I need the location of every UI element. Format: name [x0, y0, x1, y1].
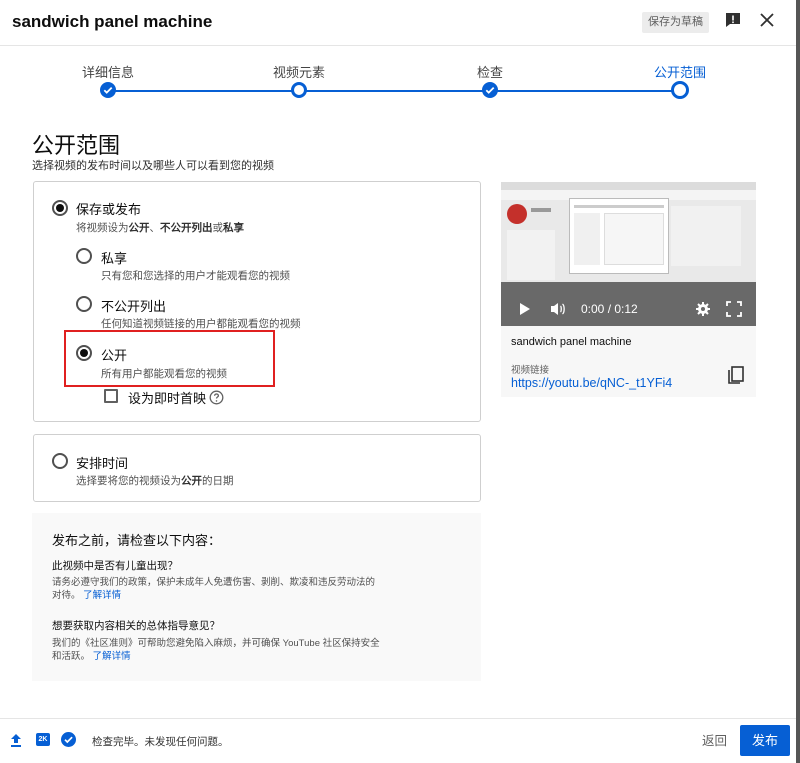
checks-complete-icon[interactable]: [61, 732, 76, 747]
unlisted-desc: 任何知道视频链接的用户都能观看您的视频: [101, 318, 301, 330]
schedule-desc: 选择要将您的视频设为公开的日期: [76, 475, 234, 487]
save-or-publish-desc: 将视频设为公开、不公开列出或私享: [76, 222, 244, 234]
save-or-publish-label[interactable]: 保存或发布: [76, 199, 141, 218]
checklist-text-children: 请务必遵守我们的政策，保护未成年人免遭伤害、剥削、欺凌和违反劳动法的 对待。 了…: [52, 577, 376, 601]
dialog-title: sandwich panel machine: [12, 12, 213, 31]
checklist-question-guidelines: 想要获取内容相关的总体指导意见？: [52, 620, 220, 632]
play-icon[interactable]: [519, 302, 531, 316]
unlisted-label[interactable]: 不公开列出: [101, 296, 166, 315]
step-checks-done-icon[interactable]: [482, 82, 498, 98]
publish-button[interactable]: 发布: [740, 725, 790, 756]
preview-video-title: sandwich panel machine: [511, 336, 632, 348]
learn-more-link-children[interactable]: 了解详情: [83, 590, 121, 601]
save-draft-badge[interactable]: 保存为草稿: [642, 12, 709, 33]
private-desc: 只有您和您选择的用户才能观看您的视频: [101, 270, 290, 282]
checklist-text-guidelines: 我们的《社区准则》可帮助您避免陷入麻烦，并可确保 YouTube 社区保持安全 …: [52, 638, 380, 662]
schedule-radio[interactable]: [52, 453, 68, 469]
premiere-label[interactable]: 设为即时首映: [128, 388, 206, 407]
fullscreen-icon[interactable]: [726, 301, 742, 317]
step-elements-dot[interactable]: [291, 82, 307, 98]
close-icon[interactable]: [758, 11, 776, 29]
stepper-line: [108, 90, 680, 92]
learn-more-link-guidelines[interactable]: 了解详情: [93, 651, 131, 662]
visibility-title: 公开范围: [32, 133, 121, 158]
premiere-checkbox[interactable]: [104, 389, 118, 403]
step-details-label[interactable]: 详细信息: [82, 62, 134, 81]
private-radio[interactable]: [76, 248, 92, 264]
schedule-label[interactable]: 安排时间: [76, 453, 128, 472]
progress-stepper: 详细信息 视频元素 检查 公开范围: [0, 46, 800, 106]
video-time: 0:00 / 0:12: [581, 302, 638, 316]
video-preview-card: 0:00 / 0:12 sandwich panel machine 视频链接 …: [501, 182, 756, 397]
dialog-footer: 2K 检查完毕。未发现任何问题。 返回 发布: [0, 718, 800, 763]
video-link[interactable]: https://youtu.be/qNC-_t1YFi4: [511, 376, 672, 390]
save-or-publish-radio[interactable]: [52, 200, 68, 216]
visibility-subtitle: 选择视频的发布时间以及哪些人可以看到您的视频: [32, 160, 274, 172]
hd-badge-icon[interactable]: 2K: [36, 733, 50, 746]
dialog-header: sandwich panel machine 保存为草稿: [0, 0, 800, 46]
video-controls: 0:00 / 0:12: [501, 298, 756, 320]
step-checks-label[interactable]: 检查: [477, 62, 503, 81]
step-visibility-dot[interactable]: [671, 81, 689, 99]
window-edge: [796, 0, 800, 763]
unlisted-radio[interactable]: [76, 296, 92, 312]
volume-icon[interactable]: [549, 301, 567, 317]
schedule-card: 安排时间 选择要将您的视频设为公开的日期: [33, 434, 481, 502]
footer-status: 检查完毕。未发现任何问题。: [92, 736, 229, 748]
feedback-icon[interactable]: [724, 11, 742, 29]
video-player[interactable]: 0:00 / 0:12: [501, 182, 756, 326]
checklist-question-children: 此视频中是否有儿童出现？: [52, 560, 178, 572]
copy-icon[interactable]: [727, 366, 745, 386]
step-elements-label[interactable]: 视频元素: [273, 62, 325, 81]
help-icon[interactable]: [209, 390, 224, 405]
upload-icon[interactable]: [10, 733, 22, 747]
private-label[interactable]: 私享: [101, 248, 127, 267]
video-link-label: 视频链接: [511, 365, 550, 376]
step-details-done-icon[interactable]: [100, 82, 116, 98]
settings-icon[interactable]: [695, 301, 711, 317]
back-button[interactable]: 返回: [696, 728, 733, 754]
annotation-highlight: [64, 330, 275, 387]
checklist-title: 发布之前，请检查以下内容：: [52, 533, 222, 548]
step-visibility-label[interactable]: 公开范围: [654, 62, 706, 81]
pre-publish-checklist: 发布之前，请检查以下内容： 此视频中是否有儿童出现？ 请务必遵守我们的政策，保护…: [32, 513, 481, 681]
